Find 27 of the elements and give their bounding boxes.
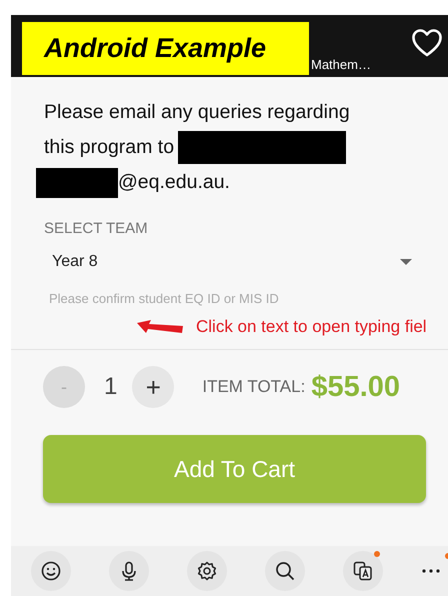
quantity-value: 1 bbox=[104, 373, 118, 401]
settings-icon bbox=[197, 561, 217, 581]
annotation-label: Android Example bbox=[22, 22, 309, 75]
note-text: @eq.edu.au. bbox=[118, 171, 230, 194]
search-icon bbox=[275, 561, 295, 581]
toolbar-button[interactable] bbox=[31, 551, 71, 591]
toolbar-button[interactable] bbox=[187, 551, 227, 591]
increase-button[interactable]: + bbox=[132, 366, 174, 408]
arrow-icon bbox=[137, 320, 183, 334]
student-id-field[interactable]: Please confirm student EQ ID or MIS ID bbox=[49, 289, 421, 307]
total-label: ITEM TOTAL: bbox=[202, 377, 306, 397]
microphone-icon bbox=[119, 561, 139, 581]
total-amount: $55.00 bbox=[311, 370, 400, 404]
note-text: Please email any queries regarding bbox=[44, 101, 350, 124]
note-text: this program to bbox=[44, 136, 174, 159]
translate-icon bbox=[353, 561, 373, 581]
toolbar-button[interactable] bbox=[109, 551, 149, 591]
team-dropdown[interactable]: Year 8 bbox=[52, 251, 412, 273]
more-icon bbox=[421, 569, 441, 573]
product-title: Mathem… bbox=[311, 57, 371, 72]
dropdown-caret-icon bbox=[400, 259, 412, 265]
annotation-note: Click on text to open typing fiel bbox=[196, 317, 427, 337]
toolbar-button[interactable] bbox=[343, 551, 383, 591]
heart-icon[interactable] bbox=[412, 29, 442, 57]
field-label: SELECT TEAM bbox=[44, 220, 149, 237]
toolbar-button[interactable] bbox=[265, 551, 305, 591]
smiley-icon bbox=[41, 561, 61, 581]
